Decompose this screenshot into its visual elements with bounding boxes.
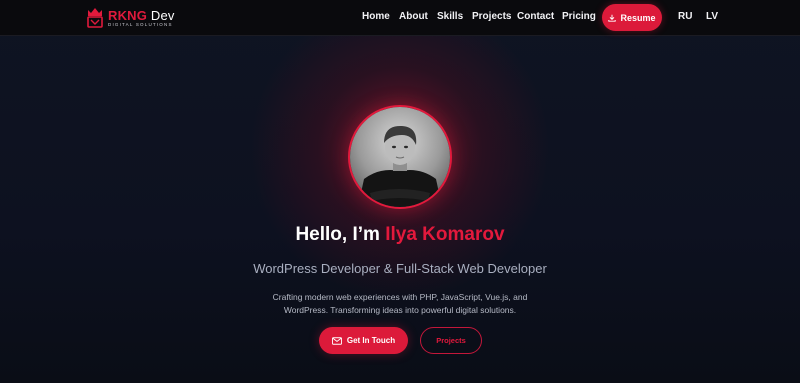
nav-projects[interactable]: Projects — [472, 11, 511, 22]
logo-name: Dev — [150, 7, 175, 23]
get-in-touch-label: Get In Touch — [346, 336, 396, 345]
resume-button[interactable]: Resume — [602, 4, 662, 31]
nav-skills[interactable]: Skills — [437, 11, 463, 22]
crown-logo-icon — [87, 8, 103, 28]
hero-title: Hello, I’m Ilya Komarov — [0, 224, 800, 246]
resume-label: Resume — [620, 12, 656, 23]
hero-name: Ilya Komarov — [385, 224, 505, 245]
site-header: RKNG Dev DIGITAL SOLUTIONS Home About Sk… — [0, 0, 800, 36]
nav-pricing[interactable]: Pricing — [562, 11, 596, 22]
profile-avatar — [348, 105, 452, 209]
portrait-image — [350, 107, 450, 207]
download-icon — [608, 14, 617, 22]
logo-tagline: DIGITAL SOLUTIONS — [108, 21, 173, 27]
logo[interactable]: RKNG Dev DIGITAL SOLUTIONS — [86, 5, 175, 31]
projects-label: Projects — [436, 336, 466, 345]
envelope-icon — [331, 336, 342, 345]
get-in-touch-button[interactable]: Get In Touch — [319, 327, 408, 354]
logo-title: RKNG Dev — [108, 9, 175, 22]
hero-subtitle: WordPress Developer & Full-Stack Web Dev… — [253, 261, 547, 276]
page: RKNG Dev DIGITAL SOLUTIONS Home About Sk… — [0, 0, 800, 383]
hero-description: Crafting modern web experiences with PHP… — [272, 292, 528, 315]
lang-lv[interactable]: LV — [706, 11, 718, 22]
nav-contact[interactable]: Contact — [517, 11, 554, 22]
nav-home[interactable]: Home — [362, 11, 390, 22]
projects-button[interactable]: Projects — [420, 327, 482, 354]
hero-greeting: Hello, I’m — [295, 224, 380, 245]
logo-brand: RKNG — [108, 7, 148, 23]
nav-about[interactable]: About — [399, 11, 428, 22]
lang-ru[interactable]: RU — [678, 11, 692, 22]
